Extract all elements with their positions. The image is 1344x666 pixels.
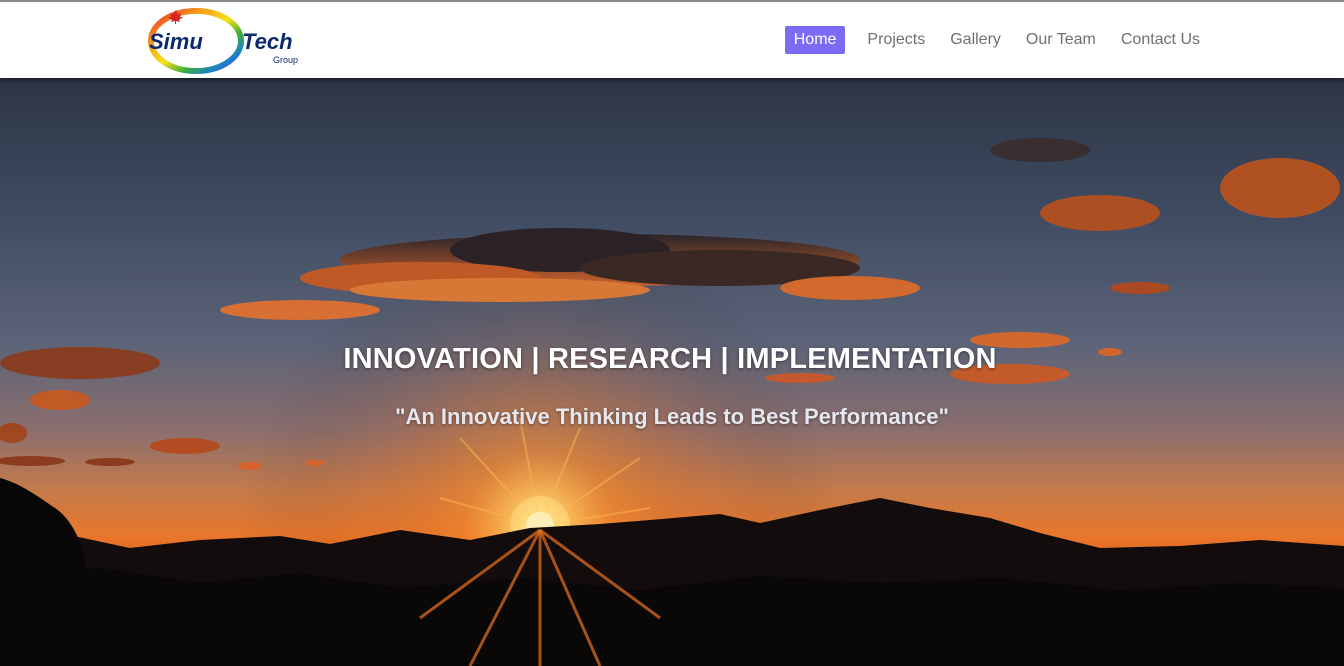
logo-text-simu: Simu <box>149 29 203 54</box>
nav-item-contact-us[interactable]: Contact Us <box>1109 26 1212 54</box>
nav-item-home[interactable]: Home <box>784 26 846 54</box>
logo-text-group: Group <box>273 55 298 65</box>
logo-graphic: Simu Tech Group <box>148 8 298 74</box>
site-header: Simu Tech Group Home Projects Gallery Ou… <box>0 0 1344 78</box>
nav-item-projects[interactable]: Projects <box>855 26 937 54</box>
main-nav: Home Projects Gallery Our Team Contact U… <box>784 26 1212 54</box>
nav-item-our-team[interactable]: Our Team <box>1014 26 1108 54</box>
hero-banner: INNOVATION | RESEARCH | IMPLEMENTATION "… <box>0 78 1344 666</box>
logo-text-tech: Tech <box>242 29 293 54</box>
hero-subtitle: "An Innovative Thinking Leads to Best Pe… <box>395 404 949 429</box>
page: Simu Tech Group Home Projects Gallery Ou… <box>0 0 1344 666</box>
simutech-logo[interactable]: Simu Tech Group <box>146 6 318 76</box>
nav-item-gallery[interactable]: Gallery <box>938 26 1013 54</box>
hero-title: INNOVATION | RESEARCH | IMPLEMENTATION <box>343 343 997 376</box>
